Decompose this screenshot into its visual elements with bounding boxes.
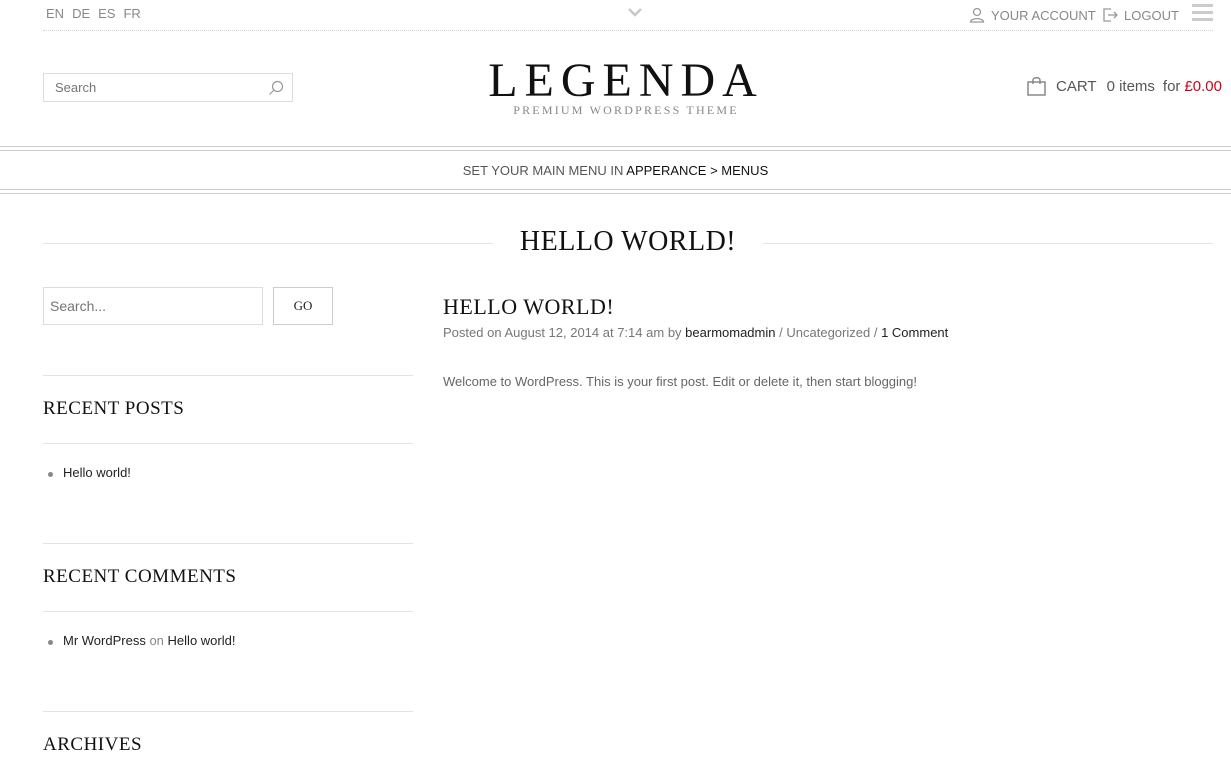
menu-notice: SET YOUR MAIN MENU IN APPERANCE > MENUS xyxy=(0,163,1231,178)
site-logo[interactable]: LEGENDA PREMIUM WORDPRESS THEME xyxy=(478,56,774,118)
menu-notice-path[interactable]: APPERANCE > MENUS xyxy=(626,163,768,178)
page-title: HELLO WORLD! xyxy=(519,226,737,257)
recent-post-link[interactable]: Hello world! xyxy=(63,465,131,480)
header-search-input[interactable] xyxy=(44,74,254,101)
sidebar-search-input[interactable] xyxy=(43,287,263,325)
main-menu-bar: SET YOUR MAIN MENU IN APPERANCE > MENUS xyxy=(0,146,1231,194)
hamburger-menu-icon[interactable] xyxy=(1192,4,1213,22)
recent-comments-title: RECENT COMMENTS xyxy=(43,566,237,587)
archives-title: ARCHIVES xyxy=(43,734,143,755)
header-search-box xyxy=(43,73,293,102)
language-switcher: EN DE ES FR xyxy=(46,6,141,21)
recent-posts-list: Hello world! xyxy=(48,465,131,480)
by-label: by xyxy=(667,325,682,340)
recent-comments-list: Mr WordPress on Hello world! xyxy=(47,633,236,648)
your-account-label: YOUR ACCOUNT xyxy=(991,7,1096,23)
post-date: August 12, 2014 at 7:14 am xyxy=(504,325,665,340)
post-comments-link[interactable]: 1 Comment xyxy=(881,325,948,340)
top-bar: EN DE ES FR YOUR ACCOUNT LOGOUT xyxy=(43,0,1213,31)
widget-divider xyxy=(43,375,413,376)
post-category-link[interactable]: Uncategorized xyxy=(786,325,870,340)
list-item: Hello world! xyxy=(48,465,131,480)
menu-notice-prefix: SET YOUR MAIN MENU IN xyxy=(462,163,624,178)
meta-separator: / xyxy=(873,325,878,340)
posted-on-label: Posted on xyxy=(443,325,502,340)
lang-en[interactable]: EN xyxy=(46,6,64,21)
comment-author-link[interactable]: Mr WordPress xyxy=(63,633,146,648)
search-icon[interactable] xyxy=(268,80,284,96)
post-body: Welcome to WordPress. This is your first… xyxy=(443,374,917,389)
logo-subtitle: PREMIUM WORDPRESS THEME xyxy=(513,103,739,117)
meta-separator: / xyxy=(779,325,783,340)
logo-title: LEGENDA xyxy=(488,54,764,107)
cart-label: CART xyxy=(1056,77,1097,95)
cart-summary[interactable]: CART 0 items for £0.00 xyxy=(1027,76,1222,96)
logout-link[interactable]: LOGOUT xyxy=(1102,7,1179,23)
chevron-down-icon[interactable] xyxy=(628,6,642,18)
widget-divider xyxy=(43,711,413,712)
widget-divider xyxy=(43,443,413,444)
widget-divider xyxy=(43,611,413,612)
cart-total: £0.00 xyxy=(1184,77,1222,95)
recent-posts-title: RECENT POSTS xyxy=(43,398,185,419)
lang-de[interactable]: DE xyxy=(72,6,90,21)
lang-es[interactable]: ES xyxy=(98,6,115,21)
comment-post-link[interactable]: Hello world! xyxy=(168,633,236,648)
user-icon xyxy=(969,7,985,23)
post-meta: Posted on August 12, 2014 at 7:14 am by … xyxy=(443,325,948,340)
logout-icon xyxy=(1103,8,1118,22)
widget-divider xyxy=(43,543,413,544)
cart-item-count: 0 items xyxy=(1106,77,1155,95)
page-title-block: HELLO WORLD! xyxy=(43,226,1213,262)
search-go-button[interactable]: GO xyxy=(273,287,333,325)
cart-for-label: for xyxy=(1162,77,1181,95)
list-item: Mr WordPress on Hello world! xyxy=(47,633,236,648)
logout-label: LOGOUT xyxy=(1124,7,1179,23)
your-account-link[interactable]: YOUR ACCOUNT xyxy=(969,7,1096,23)
comment-on-label: on xyxy=(149,633,164,648)
post-title[interactable]: HELLO WORLD! xyxy=(443,294,614,320)
lang-fr[interactable]: FR xyxy=(123,6,140,21)
shopping-bag-icon xyxy=(1027,77,1046,96)
post-author-link[interactable]: bearmomadmin xyxy=(685,325,775,340)
